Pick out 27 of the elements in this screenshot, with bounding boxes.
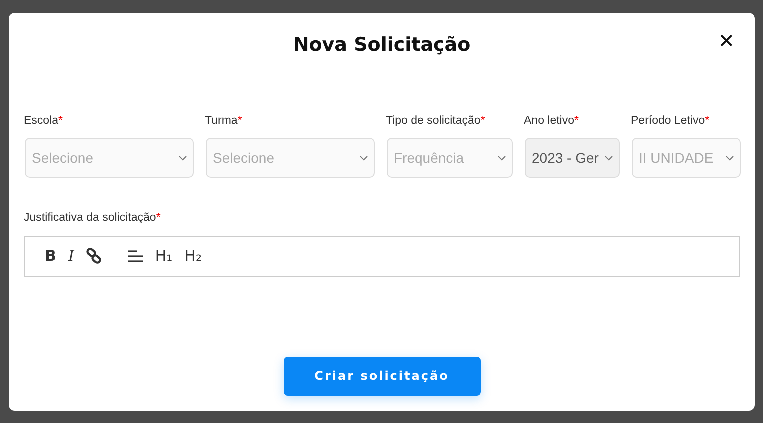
field-label: Justificativa da solicitação — [24, 212, 156, 224]
required-mark: * — [58, 115, 64, 127]
heading-button[interactable]: H₂ — [178, 244, 208, 268]
align-left-icon — [128, 250, 144, 262]
field-label: Tipo de solicitação — [386, 115, 481, 127]
field-label: Turma — [205, 115, 238, 127]
create-request-button[interactable]: Criar solicitação — [284, 356, 480, 396]
required-mark: * — [480, 115, 486, 127]
field-label: Período Letivo — [631, 115, 706, 127]
chevron-down-icon — [605, 156, 613, 161]
rich-text-editor[interactable]: B I H₁ H₂ — [24, 236, 740, 276]
chevron-down-icon — [498, 156, 506, 161]
heading-button[interactable]: H₁ — [149, 244, 179, 268]
bold-button[interactable]: B — [39, 244, 62, 268]
link-icon — [86, 248, 102, 264]
dialog-title: Nova Solicitação — [293, 34, 471, 56]
chevron-down-icon — [179, 156, 187, 161]
italic-button[interactable]: I — [62, 244, 80, 268]
chevron-down-icon — [726, 156, 734, 161]
required-mark: * — [156, 212, 161, 224]
required-mark: * — [574, 115, 579, 127]
required-mark: * — [705, 115, 710, 127]
chevron-down-icon — [360, 156, 368, 161]
close-button[interactable]: ✕ — [713, 31, 740, 51]
field-label: Ano letivo — [524, 115, 575, 127]
required-mark: * — [238, 115, 242, 127]
field-label: Escola — [24, 115, 59, 127]
